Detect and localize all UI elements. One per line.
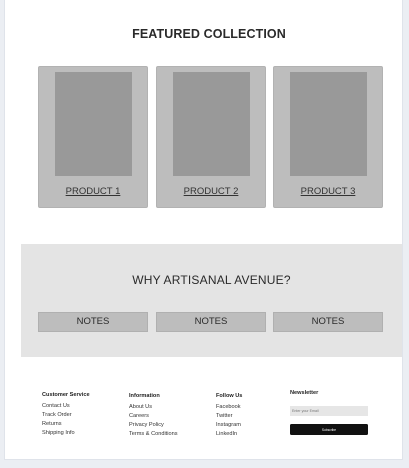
product-label[interactable]: PRODUCT 2	[157, 186, 265, 197]
product-image-placeholder	[290, 72, 367, 176]
footer-link-careers[interactable]: Careers	[129, 412, 178, 421]
footer-link-track-order[interactable]: Track Order	[42, 411, 90, 420]
footer-link-facebook[interactable]: Facebook	[216, 403, 242, 412]
note-box-2: NOTES	[156, 312, 266, 332]
footer-heading: Information	[129, 393, 160, 399]
footer-link-contact-us[interactable]: Contact Us	[42, 402, 90, 411]
product-image-placeholder	[173, 72, 250, 176]
page-frame: FEATURED COLLECTION PRODUCT 1 PRODUCT 2 …	[16, 0, 402, 446]
note-box-1: NOTES	[38, 312, 148, 332]
footer-heading: Newsletter	[290, 390, 319, 396]
product-card-3[interactable]: PRODUCT 3	[273, 66, 383, 208]
product-label[interactable]: PRODUCT 3	[274, 186, 382, 197]
note-box-3: NOTES	[273, 312, 383, 332]
footer-link-twitter[interactable]: Twitter	[216, 412, 242, 421]
footer-link-returns[interactable]: Returns	[42, 420, 90, 429]
footer-heading: Customer Service	[42, 392, 90, 398]
footer-link-about-us[interactable]: About Us	[129, 403, 178, 412]
footer-information: Information About Us Careers Privacy Pol…	[129, 393, 178, 439]
footer-follow-us: Follow Us Facebook Twitter Instagram Lin…	[216, 393, 242, 439]
footer-link-linkedin[interactable]: LinkedIn	[216, 430, 242, 439]
why-section: WHY ARTISANAL AVENUE? NOTES NOTES NOTES	[21, 244, 402, 357]
footer-link-instagram[interactable]: Instagram	[216, 421, 242, 430]
product-card-2[interactable]: PRODUCT 2	[156, 66, 266, 208]
newsletter-email-input[interactable]	[290, 406, 368, 416]
product-image-placeholder	[55, 72, 132, 176]
footer-heading: Follow Us	[216, 393, 243, 399]
footer-link-privacy-policy[interactable]: Privacy Policy	[129, 421, 178, 430]
product-card-1[interactable]: PRODUCT 1	[38, 66, 148, 208]
product-label[interactable]: PRODUCT 1	[39, 186, 147, 197]
subscribe-button[interactable]: Subscribe	[290, 424, 368, 435]
page-background: FEATURED COLLECTION PRODUCT 1 PRODUCT 2 …	[4, 0, 403, 460]
featured-collection-title: FEATURED COLLECTION	[132, 27, 286, 41]
footer-link-shipping-info[interactable]: Shipping Info	[42, 429, 90, 438]
footer-link-terms[interactable]: Terms & Conditions	[129, 430, 178, 439]
why-section-title: WHY ARTISANAL AVENUE?	[132, 273, 291, 287]
footer-customer-service: Customer Service Contact Us Track Order …	[42, 392, 90, 438]
footer-newsletter: Newsletter Subscribe	[290, 390, 368, 435]
footer: Customer Service Contact Us Track Order …	[16, 386, 402, 446]
